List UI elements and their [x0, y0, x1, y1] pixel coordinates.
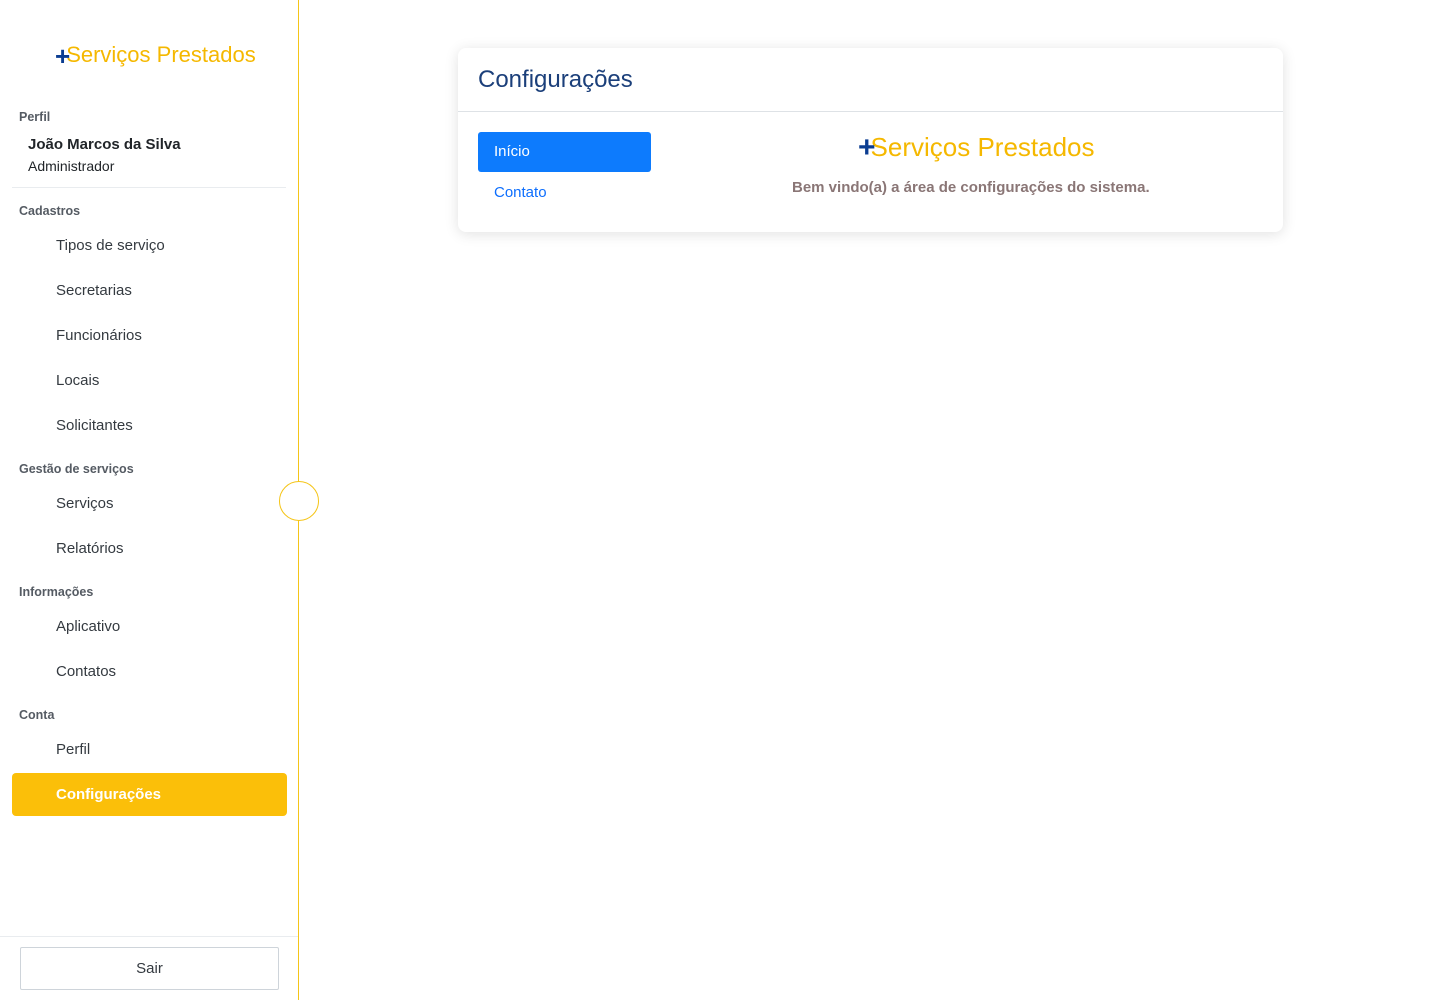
sidebar-item-contatos[interactable]: Contatos	[56, 663, 116, 680]
settings-card: Configurações Início Contato + Serviços …	[458, 48, 1283, 232]
sidebar-item-funcionarios[interactable]: Funcionários	[56, 327, 142, 344]
section-label-cadastros: Cadastros	[19, 204, 81, 218]
section-label-gestao: Gestão de serviços	[19, 462, 134, 476]
welcome-message: Bem vindo(a) a área de configurações do …	[792, 179, 1150, 196]
sidebar: + Serviços Prestados Perfil João Marcos …	[0, 0, 299, 1000]
sidebar-item-tipos-de-servico[interactable]: Tipos de serviço	[56, 237, 165, 254]
sidebar-item-configuracoes[interactable]: Configurações	[12, 773, 287, 816]
section-label-conta: Conta	[19, 708, 55, 722]
sidebar-item-servicos[interactable]: Serviços	[56, 495, 114, 512]
plus-icon: +	[55, 41, 71, 71]
sidebar-item-label: Configurações	[56, 786, 162, 803]
footer-divider	[0, 936, 298, 937]
section-label-informacoes: Informações	[19, 585, 94, 599]
sidebar-toggle-handle[interactable]	[279, 481, 319, 521]
logout-button[interactable]: Sair	[20, 947, 279, 990]
profile-role: Administrador	[28, 158, 115, 174]
sidebar-item-perfil[interactable]: Perfil	[56, 741, 90, 758]
tab-inicio-label: Início	[494, 143, 530, 160]
logo-text: Serviços Prestados	[66, 42, 256, 67]
profile-name: João Marcos da Silva	[28, 136, 181, 153]
sidebar-item-relatorios[interactable]: Relatórios	[56, 540, 124, 557]
card-divider	[458, 111, 1283, 112]
sidebar-logo[interactable]: + Serviços Prestados	[55, 40, 256, 70]
sidebar-item-solicitantes[interactable]: Solicitantes	[56, 417, 133, 434]
section-label-perfil: Perfil	[19, 110, 51, 124]
logo-text: Serviços Prestados	[870, 132, 1095, 162]
sidebar-item-locais[interactable]: Locais	[56, 372, 99, 389]
page-title: Configurações	[478, 66, 633, 93]
sidebar-item-secretarias[interactable]: Secretarias	[56, 282, 132, 299]
sidebar-item-aplicativo[interactable]: Aplicativo	[56, 618, 120, 635]
profile-divider	[12, 187, 286, 188]
tab-inicio[interactable]: Início	[478, 132, 651, 172]
content-logo: + Serviços Prestados	[858, 130, 1095, 164]
plus-icon: +	[858, 131, 876, 164]
tab-contato[interactable]: Contato	[494, 184, 547, 201]
